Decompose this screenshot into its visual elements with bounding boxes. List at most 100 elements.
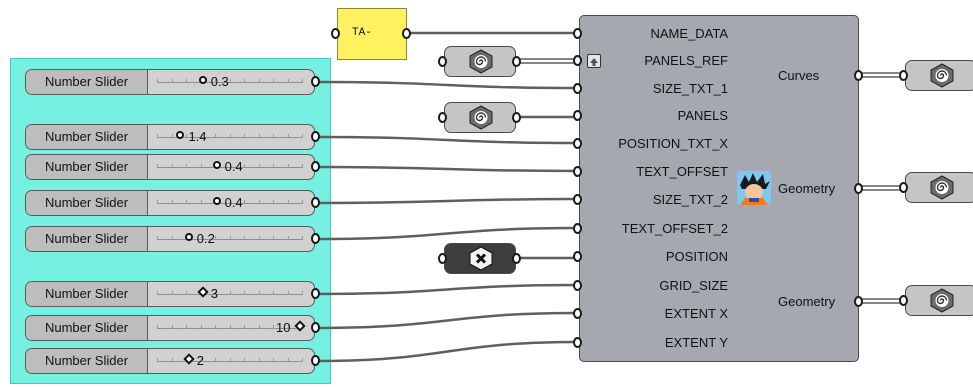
slider-tick bbox=[215, 325, 216, 329]
component-output-grip[interactable] bbox=[854, 296, 863, 307]
param-input-grip[interactable] bbox=[899, 70, 908, 81]
slider-tick bbox=[200, 325, 202, 329]
slider-value: 0.4 bbox=[224, 195, 243, 210]
slider-output-grip[interactable] bbox=[311, 233, 320, 244]
slider-output-grip[interactable] bbox=[311, 197, 320, 208]
slider-output-grip[interactable] bbox=[311, 76, 320, 87]
input-label: NAME_DATA bbox=[650, 26, 728, 41]
component-input-grip[interactable] bbox=[573, 223, 582, 234]
param-output-grip[interactable] bbox=[512, 56, 521, 67]
slider-output-grip[interactable] bbox=[311, 161, 320, 172]
component-input-grip[interactable] bbox=[573, 55, 582, 66]
component-input-grip[interactable] bbox=[573, 28, 582, 39]
slider-circle-knob-icon[interactable] bbox=[198, 76, 207, 84]
param-output-grip[interactable] bbox=[512, 253, 521, 264]
param-input-grip[interactable] bbox=[899, 182, 908, 193]
component-output-grip[interactable] bbox=[854, 183, 863, 194]
panel-output-grip[interactable] bbox=[402, 28, 411, 39]
slider-tick bbox=[273, 200, 274, 204]
slider-tick bbox=[186, 200, 187, 204]
flatten-arrow-icon[interactable] bbox=[587, 54, 601, 68]
slider-circle-knob-icon[interactable] bbox=[184, 233, 193, 241]
panel-input-grip[interactable] bbox=[331, 28, 340, 39]
slider-tick bbox=[273, 325, 274, 329]
input-label: PANELS_REF bbox=[644, 53, 728, 68]
slider-circle-knob-icon[interactable] bbox=[212, 161, 221, 169]
component-input-grip[interactable] bbox=[573, 251, 582, 262]
slider-output-grip[interactable] bbox=[311, 322, 320, 333]
param-input-grip[interactable] bbox=[899, 295, 908, 306]
param-output-grip[interactable] bbox=[512, 112, 521, 123]
slider-tick bbox=[273, 236, 274, 240]
number-slider[interactable]: Number Slider 0.3 bbox=[25, 69, 315, 95]
component-input-grip[interactable] bbox=[573, 337, 582, 348]
geometry-param[interactable] bbox=[905, 60, 973, 91]
slider-track[interactable] bbox=[157, 79, 303, 83]
data-wire[interactable] bbox=[316, 135, 579, 145]
slider-value: 1.4 bbox=[188, 129, 207, 144]
slider-circle-knob-icon[interactable] bbox=[212, 197, 221, 205]
slider-tick bbox=[258, 325, 260, 329]
geometry-param[interactable] bbox=[444, 46, 516, 77]
slider-tick bbox=[244, 134, 245, 138]
data-wire[interactable] bbox=[316, 311, 579, 330]
slider-tick bbox=[229, 358, 231, 362]
number-slider[interactable]: Number Slider 0.4 bbox=[25, 154, 315, 180]
slider-label: Number Slider bbox=[26, 191, 148, 215]
component-input-grip[interactable] bbox=[573, 280, 582, 291]
slider-tick bbox=[229, 79, 231, 83]
number-slider[interactable]: Number Slider 10 bbox=[25, 315, 315, 341]
slider-tick bbox=[157, 358, 158, 362]
component-input-grip[interactable] bbox=[573, 138, 582, 149]
data-wire[interactable] bbox=[316, 80, 579, 90]
slider-tick bbox=[171, 200, 173, 204]
slider-output-grip[interactable] bbox=[311, 355, 320, 366]
data-wire[interactable] bbox=[316, 283, 579, 296]
geometry-param[interactable] bbox=[905, 172, 973, 203]
component-output-grip[interactable] bbox=[854, 70, 863, 81]
number-slider[interactable]: Number Slider 1.4 bbox=[25, 124, 315, 150]
output-label: Curves bbox=[778, 68, 820, 83]
slider-output-grip[interactable] bbox=[311, 288, 320, 299]
slider-track[interactable] bbox=[157, 358, 303, 362]
data-wire[interactable] bbox=[316, 197, 579, 205]
param-input-grip[interactable] bbox=[438, 253, 447, 264]
null-param[interactable] bbox=[444, 243, 516, 274]
slider-label: Number Slider bbox=[26, 349, 148, 373]
slider-tick bbox=[244, 325, 245, 329]
slider-tick bbox=[302, 79, 303, 83]
slider-diamond-knob-icon[interactable] bbox=[294, 320, 306, 332]
slider-tick bbox=[273, 358, 274, 362]
geometry-param[interactable] bbox=[444, 102, 516, 133]
component-avatar-icon bbox=[737, 171, 771, 205]
slider-tick bbox=[186, 325, 187, 329]
number-slider[interactable]: Number Slider 0.4 bbox=[25, 190, 315, 216]
geometry-param[interactable] bbox=[905, 285, 973, 316]
number-slider[interactable]: Number Slider 3 bbox=[25, 281, 315, 307]
slider-label: Number Slider bbox=[26, 227, 148, 251]
component-input-grip[interactable] bbox=[573, 308, 582, 319]
number-slider[interactable]: Number Slider 0.2 bbox=[25, 226, 315, 252]
data-wire[interactable] bbox=[316, 165, 579, 173]
data-wire[interactable] bbox=[316, 226, 579, 241]
param-input-grip[interactable] bbox=[438, 112, 447, 123]
text-panel[interactable]: TA- bbox=[337, 8, 407, 60]
slider-tick bbox=[244, 358, 245, 362]
slider-track[interactable] bbox=[157, 291, 303, 295]
slider-diamond-knob-icon[interactable] bbox=[197, 286, 209, 298]
slider-tick bbox=[258, 134, 260, 138]
component-input-grip[interactable] bbox=[573, 83, 582, 94]
slider-output-grip[interactable] bbox=[311, 131, 320, 142]
text-component[interactable]: NAME_DATA PANELS_REF SIZE_TXT_1 PANELS POSIT… bbox=[579, 15, 859, 362]
data-wire[interactable] bbox=[316, 340, 579, 363]
component-input-grip[interactable] bbox=[573, 194, 582, 205]
param-input-grip[interactable] bbox=[438, 56, 447, 67]
slider-tick bbox=[302, 134, 303, 138]
slider-diamond-knob-icon[interactable] bbox=[183, 353, 195, 365]
component-input-grip[interactable] bbox=[573, 110, 582, 121]
slider-tick bbox=[302, 358, 303, 362]
number-slider[interactable]: Number Slider 2 bbox=[25, 348, 315, 374]
slider-tick bbox=[287, 200, 289, 204]
component-input-grip[interactable] bbox=[573, 166, 582, 177]
slider-track[interactable] bbox=[157, 236, 303, 240]
